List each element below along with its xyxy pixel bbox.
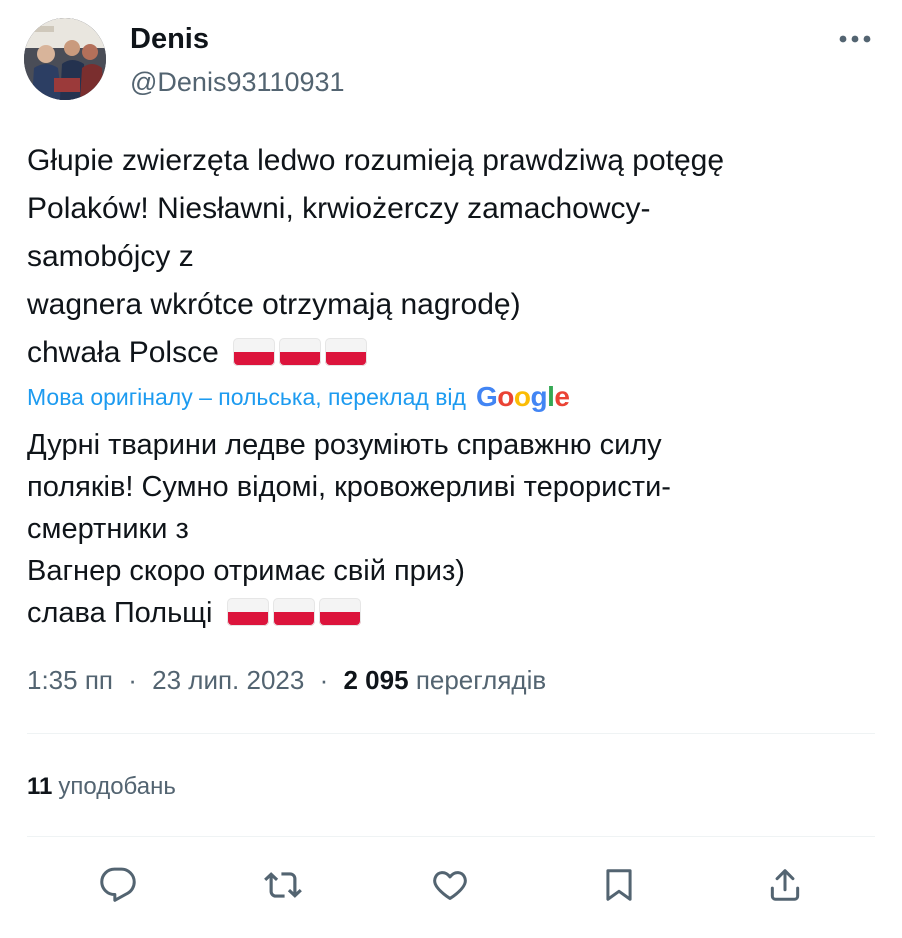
poland-flag-icon <box>279 338 322 367</box>
meta-separator: · <box>319 665 329 695</box>
translated-text-line: Вагнер скоро отримає свій приз) <box>27 555 465 587</box>
tweet-text: Głupie zwierzęta ledwo rozumieją prawdzi… <box>27 137 857 377</box>
tweet: Denis @Denis93110931 Głupie zwierzęta le… <box>0 0 902 938</box>
divider <box>27 836 875 837</box>
heart-icon <box>433 871 467 900</box>
avatar-image <box>24 18 106 100</box>
translation-attribution[interactable]: Мова оригіналу – польська, переклад від … <box>27 379 570 415</box>
poland-flag-icon <box>272 598 315 627</box>
bookmark-icon <box>606 869 632 901</box>
translated-text-line-last: слава Польщі <box>27 592 857 634</box>
poland-flag-icon <box>226 598 269 627</box>
avatar[interactable] <box>24 18 106 100</box>
translated-text-line: поляків! Сумно відомі, кровожерливі теро… <box>27 471 671 503</box>
likes-count: 11 <box>27 773 53 800</box>
tweet-time[interactable]: 1:35 пп <box>27 665 113 695</box>
google-logo: Google <box>475 381 570 412</box>
meta-separator: · <box>128 665 137 695</box>
more-options-button[interactable] <box>838 26 872 52</box>
tweet-text-line: wagnera wkrótce otrzymają nagrodę) <box>27 288 521 321</box>
divider <box>27 733 875 734</box>
tweet-text-line: Głupie zwierzęta ledwo rozumieją prawdzi… <box>27 144 725 177</box>
tweet-meta: 1:35 пп · 23 лип. 2023 · 2 095 перегляді… <box>27 662 546 698</box>
poland-flag-icon <box>325 338 368 367</box>
views-count: 2 095 <box>343 665 409 695</box>
flag-emojis <box>233 338 368 367</box>
likes-stat[interactable]: 11 уподобань <box>27 770 176 804</box>
author-handle[interactable]: @Denis93110931 <box>130 64 345 100</box>
retweet-icon <box>264 872 302 898</box>
poland-flag-icon <box>318 598 361 627</box>
tweet-text-line: chwała Polsce <box>27 336 219 369</box>
more-horizontal-icon <box>839 35 871 43</box>
bookmark-button[interactable] <box>592 858 646 912</box>
like-button[interactable] <box>423 858 477 912</box>
tweet-text-line-last: chwała Polsce <box>27 329 857 377</box>
likes-label: уподобань <box>58 773 176 800</box>
tweet-text-line: samobójcy z <box>27 240 194 273</box>
tweet-text-line: Polaków! Niesławni, krwiożerczy zamachow… <box>27 192 651 225</box>
flag-emojis <box>226 598 361 627</box>
action-bar <box>0 858 902 912</box>
reply-button[interactable] <box>91 858 145 912</box>
translated-text-line: слава Польщі <box>27 597 213 629</box>
author-display-name[interactable]: Denis <box>130 22 345 56</box>
reply-icon <box>100 867 136 902</box>
translated-text-line: смертники з <box>27 513 189 545</box>
tweet-date[interactable]: 23 лип. 2023 <box>152 665 304 695</box>
retweet-button[interactable] <box>256 858 310 912</box>
translated-text-line: Дурні тварини ледве розуміють справжню с… <box>27 429 662 461</box>
author-info: Denis @Denis93110931 <box>130 22 345 100</box>
translated-text: Дурні тварини ледве розуміють справжню с… <box>27 424 857 634</box>
share-button[interactable] <box>758 858 812 912</box>
views-label: переглядів <box>415 665 547 695</box>
share-icon <box>770 869 800 901</box>
translation-label: Мова оригіналу – польська, переклад від <box>27 383 466 410</box>
poland-flag-icon <box>233 338 276 367</box>
